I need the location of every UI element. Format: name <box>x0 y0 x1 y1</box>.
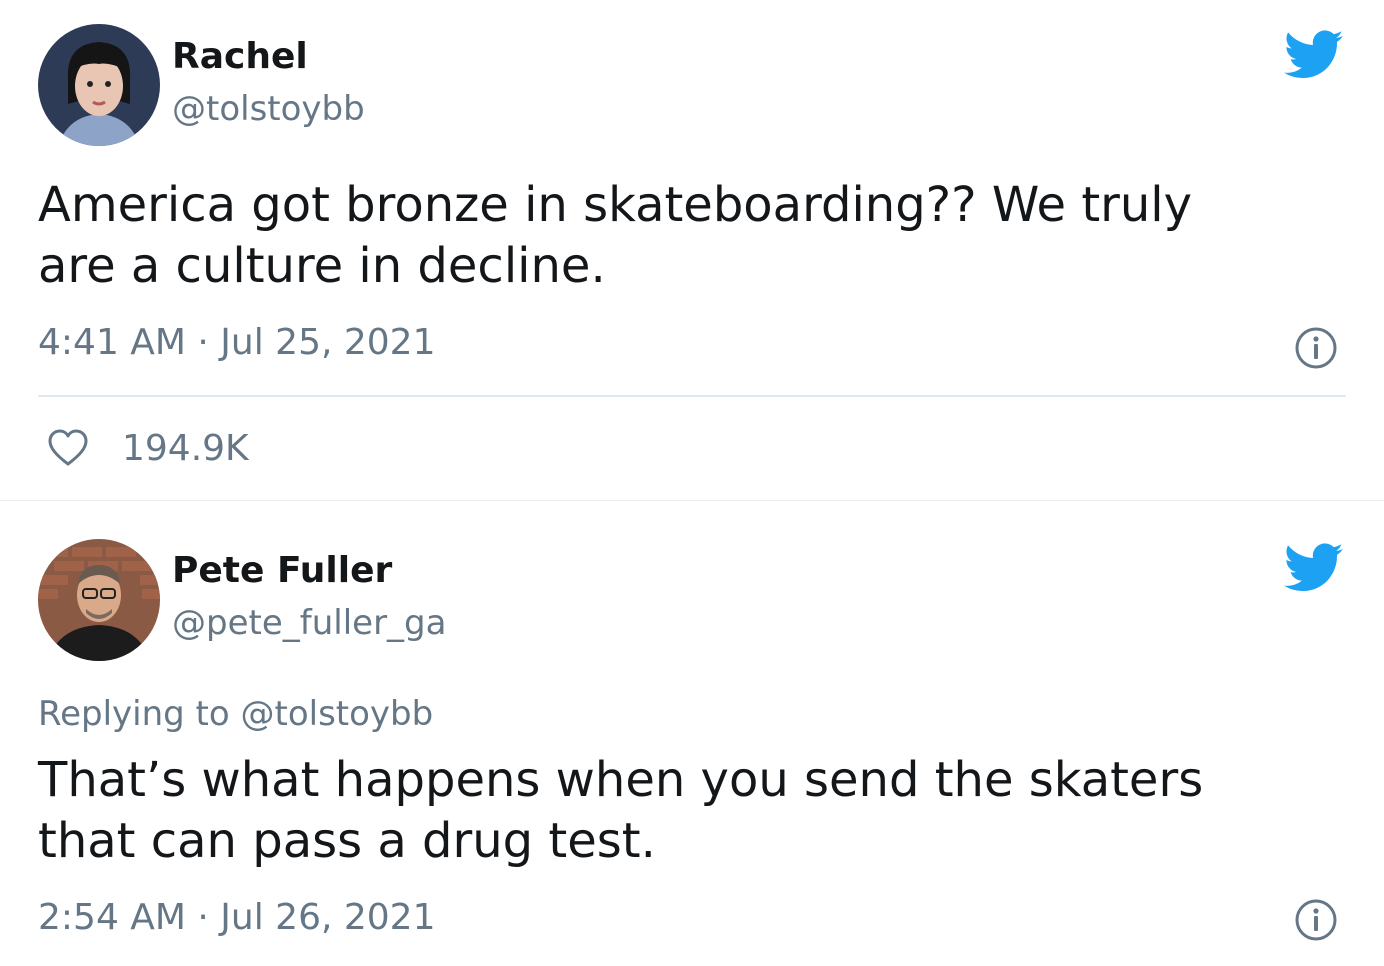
user-handle[interactable]: @pete_fuller_ga <box>172 603 446 643</box>
info-icon[interactable] <box>1294 898 1338 942</box>
avatar-pete-fuller[interactable] <box>38 539 160 661</box>
tweet-text-line: That’s what happens when you send the sk… <box>38 752 1204 808</box>
tweet-timestamp[interactable]: 2:54 AM · Jul 26, 2021 <box>38 897 436 938</box>
tweet-card-pete-fuller: Pete Fuller @pete_fuller_ga Replying to … <box>0 0 1384 966</box>
replying-to-label: Replying to <box>38 694 230 734</box>
replying-to: Replying to @tolstoybb <box>38 694 433 734</box>
tweet-text: That’s what happens when you send the sk… <box>38 750 1348 872</box>
display-name[interactable]: Pete Fuller <box>172 550 392 591</box>
twitter-bird-icon[interactable] <box>1284 543 1344 593</box>
replying-to-handle[interactable]: @tolstoybb <box>241 694 434 734</box>
tweet-text-line: that can pass a drug test. <box>38 813 656 869</box>
